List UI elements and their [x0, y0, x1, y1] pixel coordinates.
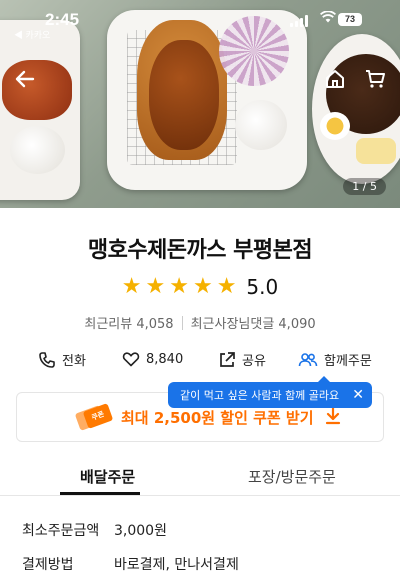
call-label: 전화 [62, 354, 86, 369]
share-button[interactable]: 공유 [218, 350, 266, 369]
store-name: 맹호수제돈까스 부평본점 [87, 238, 313, 263]
coupon-label: 최대 2,500원 할인 쿠폰 받기 [121, 409, 314, 427]
payment-value: 바로결제, 만나서결제 [114, 557, 239, 573]
phone-icon [38, 351, 56, 369]
download-arrow-icon [325, 406, 341, 429]
group-order-button[interactable]: 함께주문 [298, 350, 372, 369]
people-icon [298, 351, 318, 369]
like-count: 8,840 [146, 351, 184, 367]
rating-value: 5.0 [246, 275, 279, 299]
store-actions: 전화 8,840 공유 함께주문 [0, 350, 400, 374]
payment-label: 결제방법 [22, 557, 74, 573]
like-button[interactable]: 8,840 [122, 350, 183, 368]
review-summary: 최근리뷰 4,058 최근사장님댓글 4,090 [0, 313, 400, 332]
order-type-tabs: 배달주문 포장/방문주문 [0, 458, 400, 496]
coupon-icon: 쿠폰 [74, 403, 114, 431]
pork-cutlet-plate-image [107, 10, 307, 190]
star-icon: ★ [169, 274, 189, 299]
tab-delivery[interactable]: 배달주문 [80, 466, 135, 487]
status-time: 2:45 [45, 10, 80, 29]
arrow-left-icon[interactable] [10, 64, 40, 94]
cellular-signal-icon [290, 15, 308, 27]
cart-icon[interactable] [360, 64, 390, 94]
back-to-app-link[interactable]: ◀ 카카오 [14, 28, 50, 41]
share-icon [218, 351, 236, 369]
min-order-row: 최소주문금액 3,000원 [22, 520, 167, 540]
curry-plate-image [0, 20, 80, 200]
share-label: 공유 [242, 354, 266, 369]
star-icon: ★ [145, 274, 166, 299]
store-hero-carousel[interactable]: 2:45 ◀ 카카오 73 1 / 5 [0, 0, 400, 208]
tooltip-text: 같이 먹고 싶은 사람과 함께 골라요 [180, 389, 340, 402]
star-icon: ★ [216, 274, 237, 299]
active-tab-indicator [60, 492, 140, 495]
heart-icon [122, 350, 140, 368]
min-order-value: 3,000원 [114, 523, 167, 539]
payment-row: 결제방법 바로결제, 만나서결제 [22, 554, 239, 574]
wifi-icon [319, 10, 337, 27]
home-icon[interactable] [320, 64, 350, 94]
group-order-label: 함께주문 [324, 354, 372, 369]
star-icon: ★ [192, 274, 213, 299]
tab-pickup[interactable]: 포장/방문주문 [248, 466, 336, 487]
order-info: 최소주문금액 3,000원 결제방법 바로결제, 만나서결제 [0, 496, 400, 580]
divider [181, 315, 183, 330]
status-bar: 2:45 ◀ 카카오 73 [0, 0, 400, 40]
owner-replies-link[interactable]: 최근사장님댓글 4,090 [191, 313, 316, 332]
store-rating[interactable]: ★ ★ ★ ★ ★ 5.0 [0, 274, 400, 300]
recent-reviews-link[interactable]: 최근리뷰 4,058 [84, 313, 173, 332]
call-button[interactable]: 전화 [38, 350, 86, 369]
star-icon: ★ [121, 274, 142, 299]
carousel-page-indicator: 1 / 5 [343, 178, 386, 195]
group-order-tooltip: 같이 먹고 싶은 사람과 함께 골라요 ✕ [168, 376, 372, 408]
min-order-label: 최소주문금액 [22, 523, 100, 539]
close-icon[interactable]: ✕ [352, 386, 364, 404]
battery-icon: 73 [338, 13, 362, 26]
